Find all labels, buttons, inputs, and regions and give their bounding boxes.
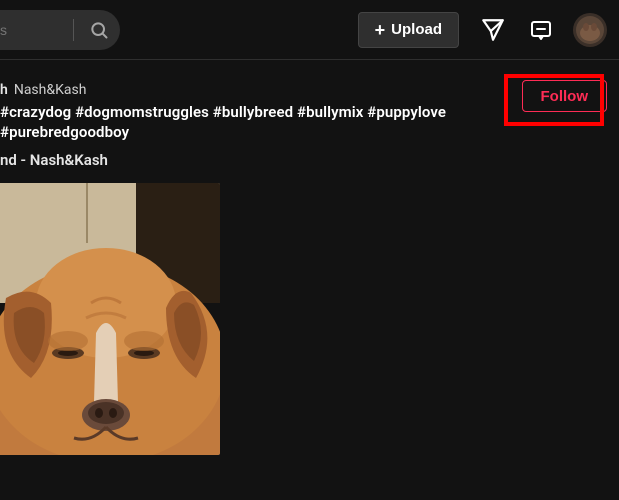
video-thumbnail[interactable] [0, 183, 220, 455]
inbox-icon [529, 18, 553, 42]
search-divider [73, 19, 74, 41]
caption-tags[interactable]: #crazydog #dogmomstruggles #bullybreed #… [0, 102, 510, 143]
author-name: Nash&Kash [14, 82, 87, 98]
content-area: h Nash&Kash #crazydog #dogmomstruggles #… [0, 60, 619, 455]
top-bar: + Upload [0, 0, 619, 60]
follow-button[interactable]: Follow [522, 80, 608, 112]
dog-image [0, 183, 220, 455]
inbox-button[interactable] [525, 14, 557, 46]
avatar-image [573, 13, 607, 47]
sound-label[interactable]: nd - Nash&Kash [0, 151, 510, 169]
author-line[interactable]: h Nash&Kash [0, 82, 510, 98]
search-bar[interactable] [0, 10, 120, 50]
send-icon [480, 17, 506, 43]
search-icon [89, 20, 109, 40]
author-prefix: h [0, 82, 8, 98]
messages-button[interactable] [477, 14, 509, 46]
avatar[interactable] [573, 13, 607, 47]
upload-label: Upload [391, 21, 442, 38]
upload-button[interactable]: + Upload [358, 12, 459, 48]
search-button[interactable] [78, 10, 120, 50]
search-input[interactable] [0, 22, 69, 38]
plus-icon: + [375, 21, 386, 39]
